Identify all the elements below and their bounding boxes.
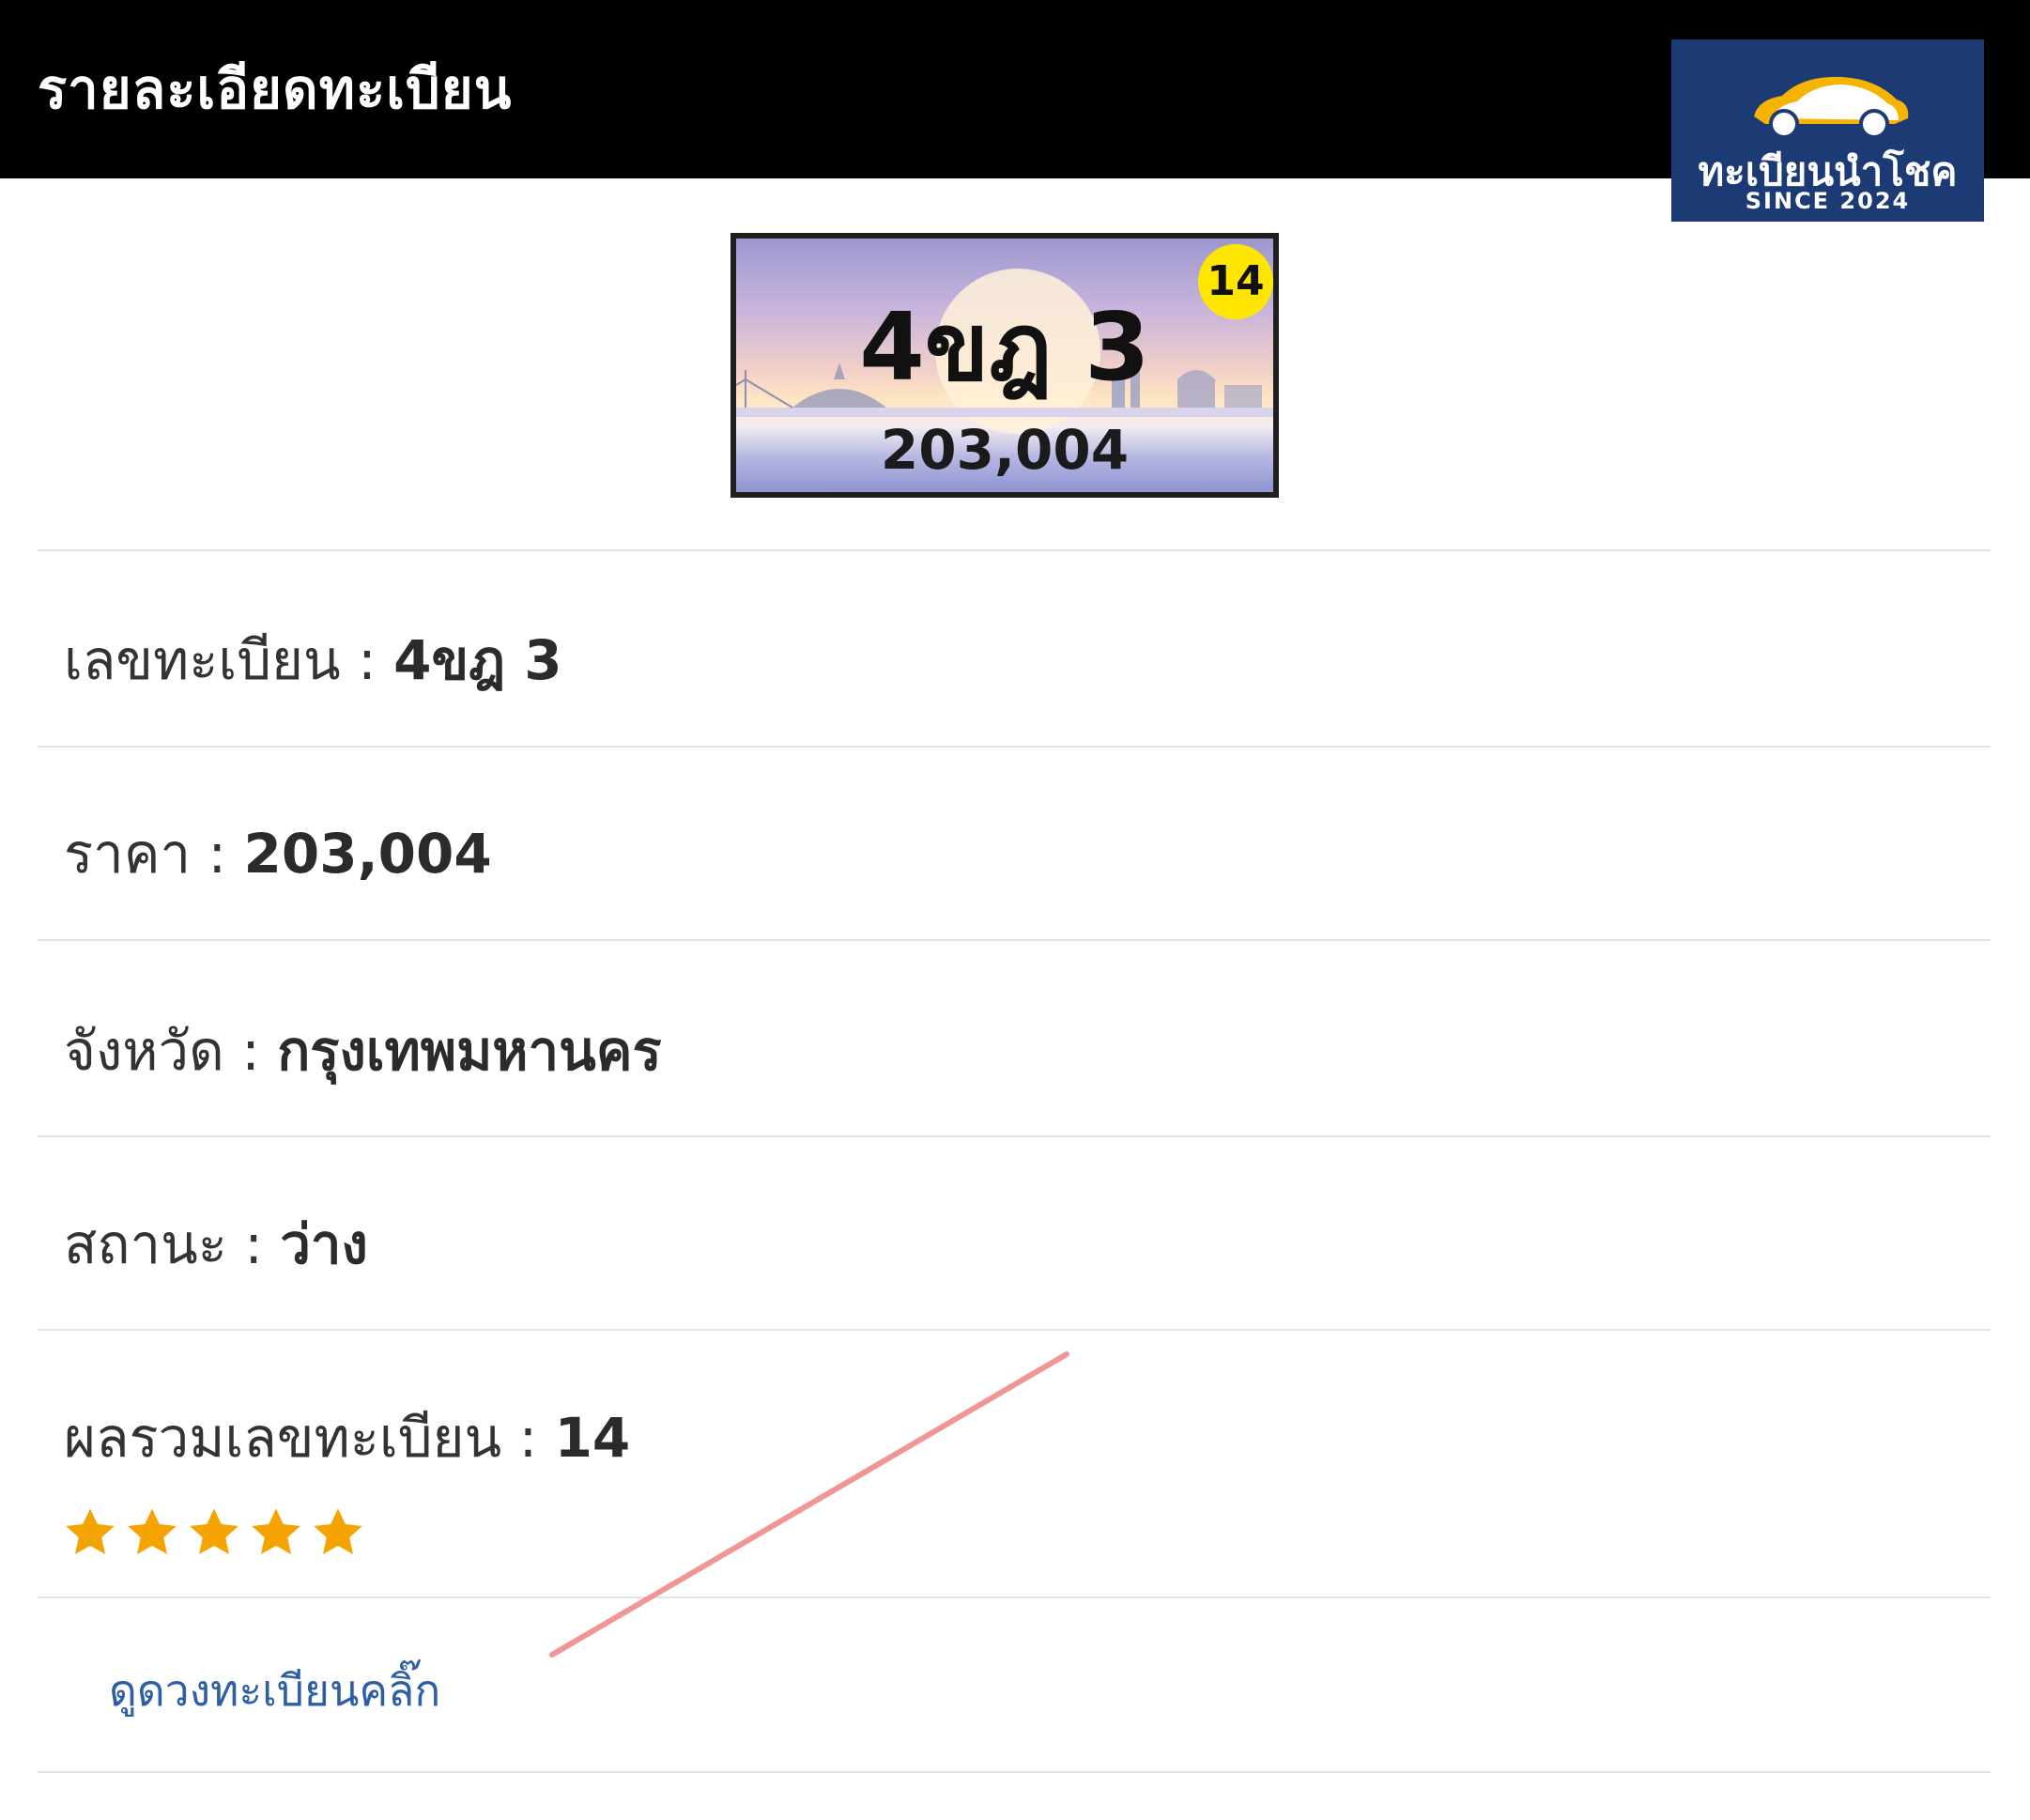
divider: [38, 939, 1991, 941]
divider: [38, 1771, 1991, 1773]
star-icon: [128, 1508, 177, 1554]
plate-number: 4ขฎ 3: [859, 292, 1150, 402]
detail-plate-number: เลขทะเบียน : 4ขฎ 3: [64, 616, 562, 703]
star-icon: [252, 1508, 300, 1554]
star-icon: [314, 1508, 362, 1554]
detail-label: จังหวัด :: [64, 1019, 278, 1083]
license-plate-image: 4ขฎ 3 203,004 14: [730, 233, 1279, 498]
detail-province: จังหวัด : กรุงเทพมหานคร: [64, 1007, 662, 1094]
star-rating: [62, 1504, 366, 1561]
detail-label: ผลรวมเลขทะเบียน :: [64, 1406, 555, 1470]
detail-value: กรุงเทพมหานคร: [277, 1019, 662, 1083]
detail-value: 4ขฎ 3: [393, 628, 562, 692]
plate-sum-badge: 14: [1198, 244, 1273, 319]
car-icon: [1754, 76, 1909, 139]
star-icon: [190, 1508, 238, 1554]
plate-price: 203,004: [880, 418, 1130, 482]
star-icon: [66, 1508, 115, 1554]
page-title: รายละเอียดทะเบียน: [38, 57, 513, 121]
divider: [38, 746, 1991, 748]
site-logo[interactable]: ทะเบียนนำโชค SINCE 2024: [1671, 39, 1984, 222]
detail-price: ราคา : 203,004: [64, 810, 492, 897]
detail-value: 203,004: [243, 822, 492, 886]
logo-since: SINCE 2024: [1745, 188, 1911, 214]
detail-status: สถานะ : ว่าง: [64, 1200, 368, 1288]
detail-label: เลขทะเบียน :: [64, 628, 394, 692]
horoscope-link[interactable]: ดูดวงทะเบียนคลิ๊ก: [109, 1657, 440, 1725]
detail-value: ว่าง: [280, 1212, 368, 1276]
detail-label: ราคา :: [64, 822, 244, 886]
divider: [38, 1329, 1991, 1331]
divider: [38, 1135, 1991, 1137]
detail-label: สถานะ :: [64, 1212, 281, 1276]
red-annotation-stroke: [549, 1351, 1069, 1658]
divider: [38, 549, 1991, 551]
